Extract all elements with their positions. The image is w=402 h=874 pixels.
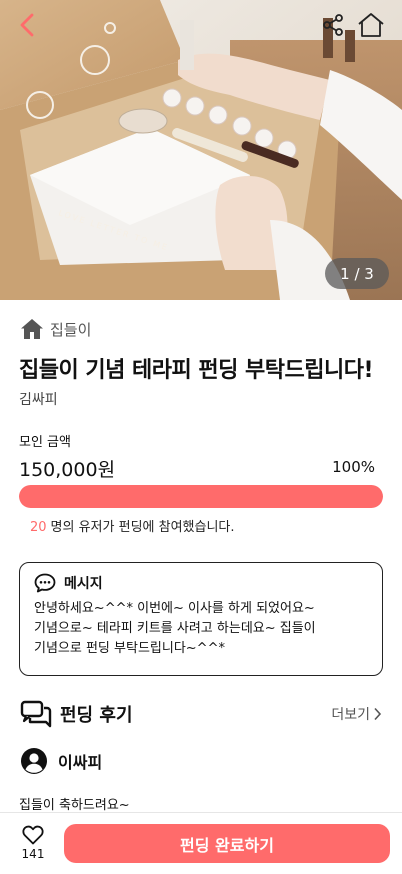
message-heading: 메시지 xyxy=(64,576,103,592)
back-button[interactable] xyxy=(12,10,42,40)
hero-image[interactable]: LOVE LETTER TO ME 1 / 3 xyxy=(0,0,402,300)
more-reviews-link[interactable]: 더보기 xyxy=(331,704,382,724)
funding-progress-bar xyxy=(19,485,383,508)
review-heading: 펀딩 후기 xyxy=(60,705,133,726)
participant-text: 명의 유저가 펀딩에 참여했습니다. xyxy=(50,520,235,535)
message-header: 메시지 xyxy=(34,573,368,593)
home-button[interactable] xyxy=(355,10,387,40)
share-button[interactable] xyxy=(318,10,348,40)
page-title: 집들이 기념 테라피 펀딩 부탁드립니다! xyxy=(19,358,374,383)
participant-summary: 20 명의 유저가 펀딩에 참여했습니다. xyxy=(30,516,235,535)
review-text: 집들이 축하드려요~ xyxy=(19,798,130,813)
more-label: 더보기 xyxy=(331,707,370,723)
category-tag: 집들이 xyxy=(20,318,91,340)
bottom-action-bar: 141 펀딩 완료하기 xyxy=(0,812,402,874)
funding-amount: 150,000원 xyxy=(19,459,116,481)
like-count: 141 xyxy=(21,847,45,861)
product-photo: LOVE LETTER TO ME xyxy=(0,0,402,300)
amount-label: 모인 금액 xyxy=(19,435,71,450)
message-body: 안녕하세요~^^* 이번에~ 이사를 하게 되었어요~ 기념으로~ 테라피 키트… xyxy=(34,601,316,656)
heart-icon xyxy=(22,825,44,845)
author-name: 김싸피 xyxy=(19,392,58,408)
chat-bubbles-icon xyxy=(20,700,52,728)
chevron-left-icon xyxy=(20,13,34,37)
funding-percent: 100% xyxy=(332,458,375,476)
home-icon xyxy=(21,319,43,339)
reviewer-name: 이싸피 xyxy=(58,753,103,772)
category-label: 집들이 xyxy=(50,320,92,339)
like-button[interactable]: 141 xyxy=(18,825,48,861)
review-section-header: 펀딩 후기 더보기 xyxy=(20,698,382,730)
complete-funding-button[interactable]: 펀딩 완료하기 xyxy=(64,824,390,863)
chat-bubble-icon xyxy=(34,573,56,593)
participant-count: 20 xyxy=(30,520,47,535)
review-author: 이싸피 xyxy=(20,747,102,775)
funding-progress-fill xyxy=(19,485,383,508)
share-icon xyxy=(323,14,343,36)
image-counter: 1 / 3 xyxy=(325,258,389,289)
user-avatar-icon xyxy=(21,748,47,774)
chevron-right-icon xyxy=(374,707,382,721)
message-box: 메시지 안녕하세요~^^* 이번에~ 이사를 하게 되었어요~ 기념으로~ 테라… xyxy=(19,562,383,676)
home-icon xyxy=(358,13,384,37)
